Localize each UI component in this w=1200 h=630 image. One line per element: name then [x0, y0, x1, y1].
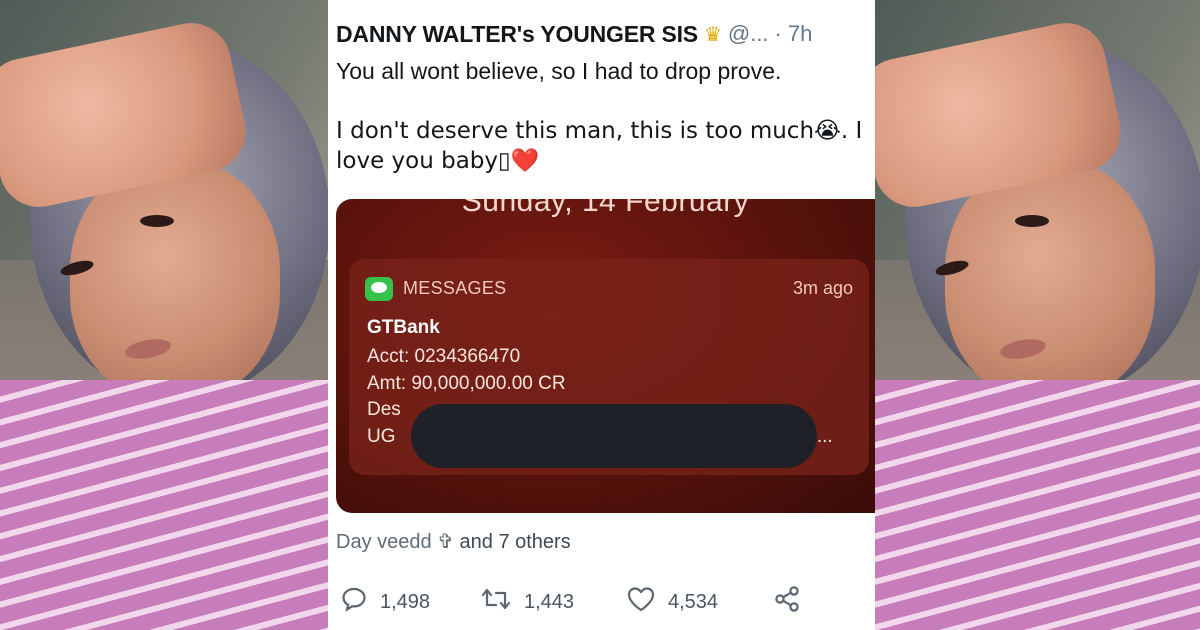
notification-app-name: MESSAGES — [403, 278, 507, 298]
account-line: Acct: 0234366470 — [367, 346, 521, 367]
tweet-media-image[interactable]: Sunday, 14 February MESSAGES 3m ago GTBa… — [336, 199, 875, 513]
share-icon — [772, 584, 802, 621]
tweet-card: DANNY WALTER's YOUNGER SIS ♛ @... · 7h Y… — [328, 0, 875, 630]
left-photo — [0, 0, 328, 630]
cross-symbol: ✞ — [437, 529, 454, 553]
reply-button[interactable]: 1,498 — [340, 582, 430, 622]
tweet-header: DANNY WALTER's YOUNGER SIS ♛ @... · 7h — [336, 18, 871, 50]
tweet-text-line2: I don't deserve this man, this is too mu… — [336, 118, 863, 174]
share-button[interactable] — [772, 582, 814, 622]
striped-shirt — [875, 380, 1200, 630]
redaction-blob — [411, 404, 817, 468]
striped-shirt — [0, 380, 328, 630]
tweet-text: You all wont believe, so I had to drop p… — [336, 56, 866, 176]
retweet-button[interactable]: 1,443 — [480, 582, 574, 622]
lockscreen-date: Sunday, 14 February — [461, 199, 750, 218]
liked-by-name[interactable]: Day veedd — [336, 531, 432, 553]
retweet-count: 1,443 — [524, 590, 575, 613]
notification-sender: GTBank — [367, 317, 440, 338]
composite-image: DANNY WALTER's YOUNGER SIS ♛ @... · 7h Y… — [0, 0, 1200, 630]
messages-app-icon — [365, 277, 393, 301]
author-handle[interactable]: @... — [728, 21, 769, 47]
liked-by-line[interactable]: Day veedd ✞ and 7 others — [336, 529, 571, 554]
right-photo — [875, 0, 1200, 630]
tweet-text-line1: You all wont believe, so I had to drop p… — [336, 58, 782, 84]
separator: · — [774, 21, 782, 46]
sms-notification: MESSAGES 3m ago GTBank Acct: 0234366470 … — [349, 259, 869, 475]
face — [70, 160, 280, 400]
reply-icon — [340, 585, 368, 620]
ug-line: UG — [367, 426, 396, 447]
author-name[interactable]: DANNY WALTER's YOUNGER SIS — [336, 21, 698, 48]
heart-icon — [626, 585, 656, 620]
tweet-time[interactable]: 7h — [788, 21, 812, 47]
amount-line: Amt: 90,000,000.00 CR — [367, 373, 566, 394]
liked-by-others[interactable]: and 7 others — [460, 531, 571, 553]
retweet-icon — [480, 585, 512, 620]
face — [945, 160, 1155, 400]
like-count: 4,534 — [668, 590, 719, 613]
tweet-actions: 1,498 1,443 4,534 — [340, 582, 870, 622]
like-button[interactable]: 4,534 — [626, 582, 718, 622]
reply-count: 1,498 — [380, 590, 431, 613]
crown-icon: ♛ — [703, 23, 722, 46]
description-line: Des — [367, 399, 401, 420]
notification-time: 3m ago — [792, 278, 853, 298]
